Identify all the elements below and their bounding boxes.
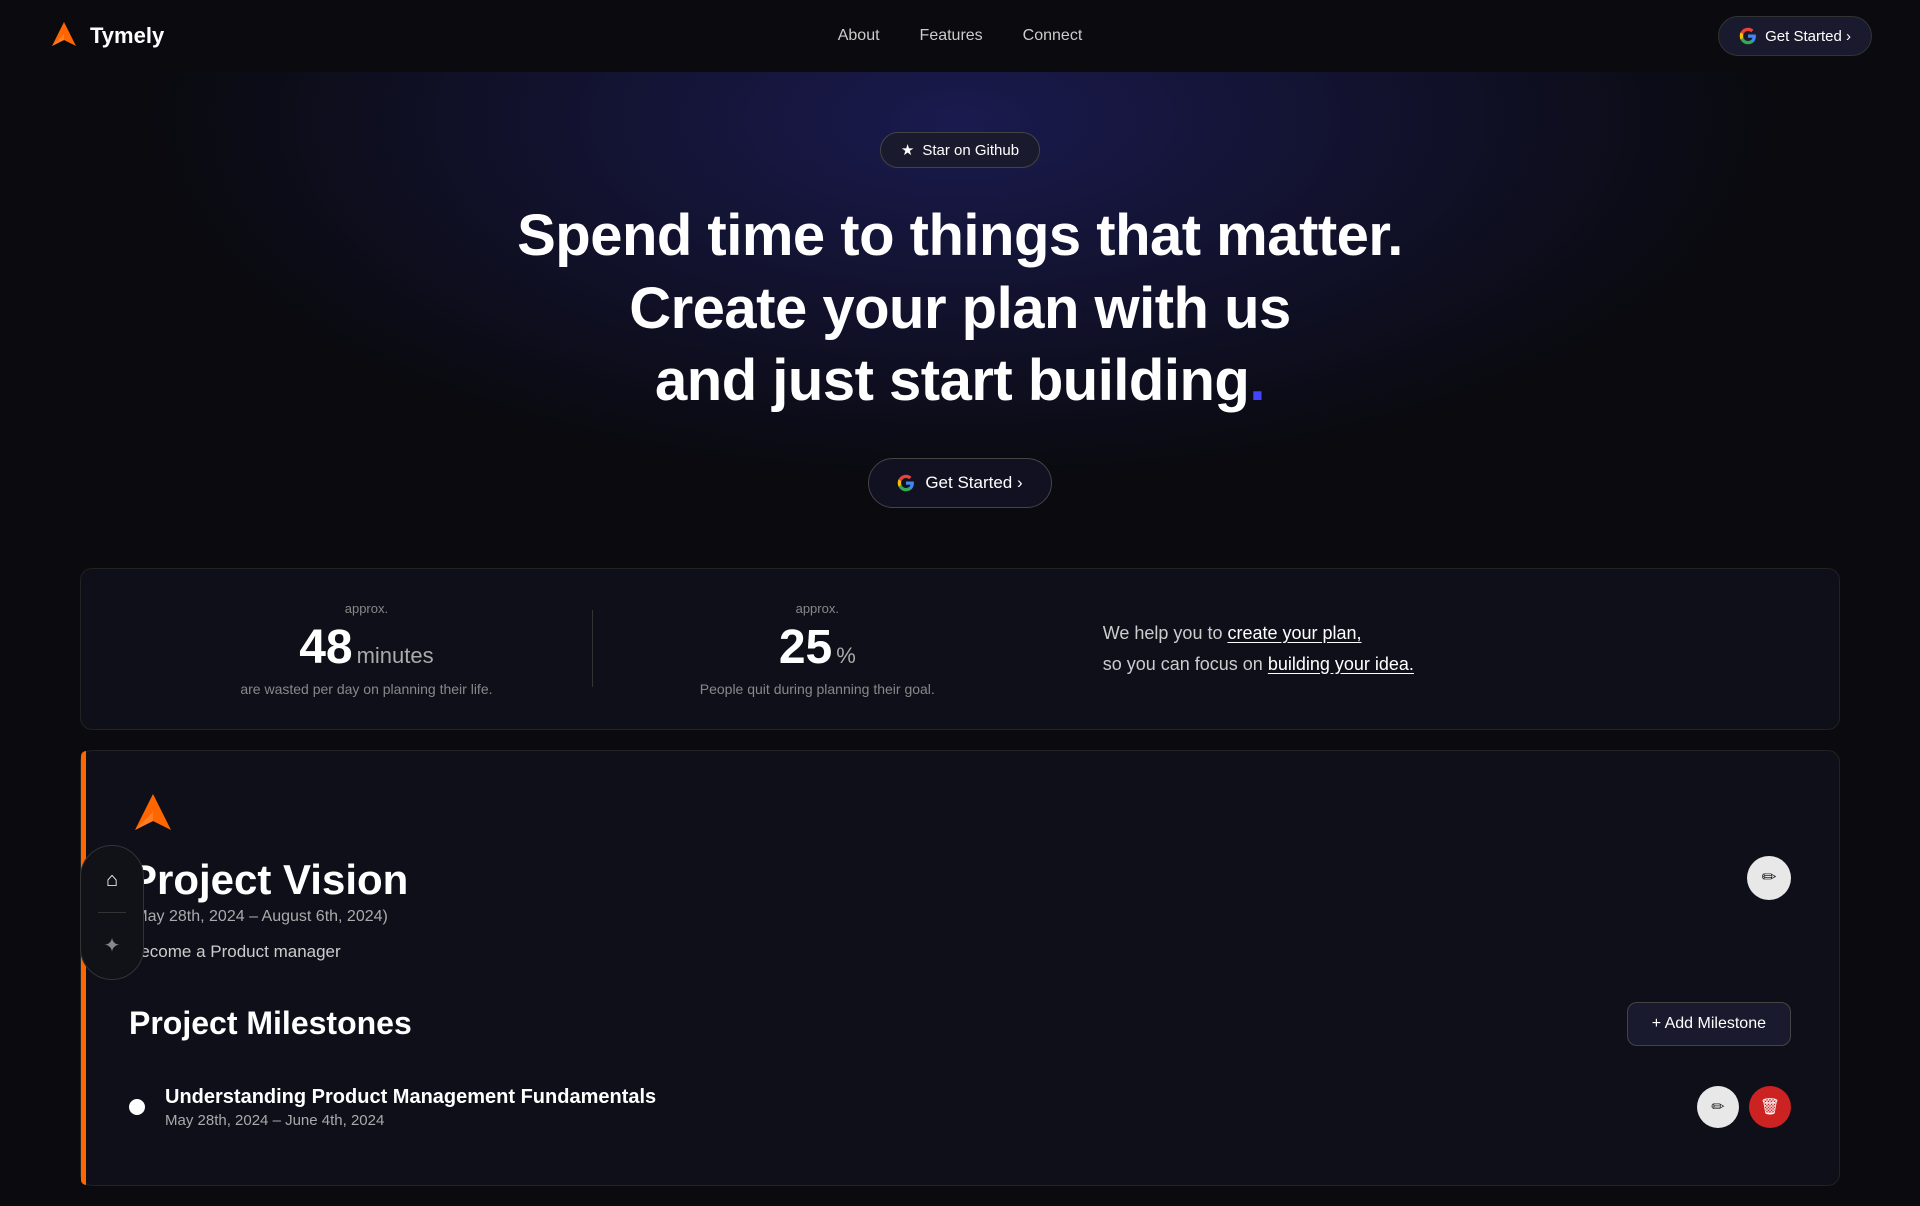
stat2-unit: % [836,643,856,669]
milestone-dates: May 28th, 2024 – June 4th, 2024 [165,1112,1677,1129]
stats-bar: approx. 48 minutes are wasted per day on… [80,568,1840,730]
sidebar-spark-button[interactable]: ✦ [90,923,134,967]
hero-title-line1: Spend time to things that matter. Create… [517,203,1403,341]
project-dates: (May 28th, 2024 – August 6th, 2024) [129,908,408,926]
stat1-approx: approx. [345,601,388,616]
hero-title: Spend time to things that matter. Create… [480,200,1440,418]
hero-google-icon [897,474,915,492]
nav-cta-label: Get Started › [1765,28,1851,45]
project-logo [129,791,1791,844]
star-github-button[interactable]: ★ Star on Github [880,132,1040,168]
logo: Tymely [48,20,164,52]
project-accent-bar [81,751,86,1185]
building-idea-link[interactable]: building your idea. [1268,654,1414,674]
nav-links: About Features Connect [838,27,1083,45]
hero-title-line2: and just start building [655,348,1249,413]
sidebar-home-button[interactable]: ⌂ [90,858,134,902]
stat2-number: 25 % [779,620,856,675]
milestones-title: Project Milestones [129,1005,412,1042]
milestone-edit-button[interactable]: ✏ [1697,1086,1739,1128]
spark-icon: ✦ [104,933,121,958]
project-header: Project Vision (May 28th, 2024 – August … [129,856,1791,926]
stat2-label: People quit during planning their goal. [700,681,935,697]
star-icon: ★ [901,141,914,159]
milestone-delete-icon: 🗑 [1760,1097,1780,1117]
milestone-edit-icon: ✏ [1711,1097,1724,1117]
milestone-name: Understanding Product Management Fundame… [165,1086,1677,1109]
milestone-dot [129,1099,145,1115]
milestones-header: Project Milestones + Add Milestone [129,1002,1791,1046]
hero-get-started-button[interactable]: Get Started › [868,458,1051,508]
add-milestone-label: + Add Milestone [1652,1015,1766,1033]
home-icon: ⌂ [106,869,118,892]
sidebar: ⌂ ✦ [80,845,144,980]
project-edit-button[interactable]: ✏ [1747,856,1791,900]
create-plan-link[interactable]: create your plan, [1227,623,1361,643]
project-vision-title: Project Vision [129,856,408,904]
milestone-actions: ✏ 🗑 [1697,1086,1791,1128]
sidebar-divider [98,912,126,913]
edit-icon: ✏ [1761,867,1776,888]
nav-connect[interactable]: Connect [1023,27,1083,45]
hero-title-dot: . [1249,348,1265,413]
hero-section: ★ Star on Github Spend time to things th… [0,72,1920,548]
google-icon [1739,27,1757,45]
star-badge-label: Star on Github [922,142,1019,159]
milestone-item: Understanding Product Management Fundame… [129,1070,1791,1145]
nav-get-started-button[interactable]: Get Started › [1718,16,1872,56]
project-title-block: Project Vision (May 28th, 2024 – August … [129,856,408,926]
stat-percent: approx. 25 % People quit during planning… [592,601,1043,697]
hero-cta-label: Get Started › [925,473,1022,493]
project-section: Project Vision (May 28th, 2024 – August … [80,750,1840,1186]
logo-icon [48,20,80,52]
milestone-delete-button[interactable]: 🗑 [1749,1086,1791,1128]
project-description: Become a Product manager [129,942,1791,962]
stat1-number: 48 minutes [299,620,433,675]
nav-about[interactable]: About [838,27,880,45]
logo-text: Tymely [90,23,164,49]
navbar: Tymely About Features Connect Get Starte… [0,0,1920,72]
stat1-label: are wasted per day on planning their lif… [240,681,492,697]
stat-description: We help you to create your plan, so you … [1043,618,1779,679]
stat1-unit: minutes [357,643,434,669]
stat2-approx: approx. [796,601,839,616]
stat-minutes: approx. 48 minutes are wasted per day on… [141,601,592,697]
nav-features[interactable]: Features [920,27,983,45]
add-milestone-button[interactable]: + Add Milestone [1627,1002,1791,1046]
milestone-info: Understanding Product Management Fundame… [165,1086,1677,1129]
